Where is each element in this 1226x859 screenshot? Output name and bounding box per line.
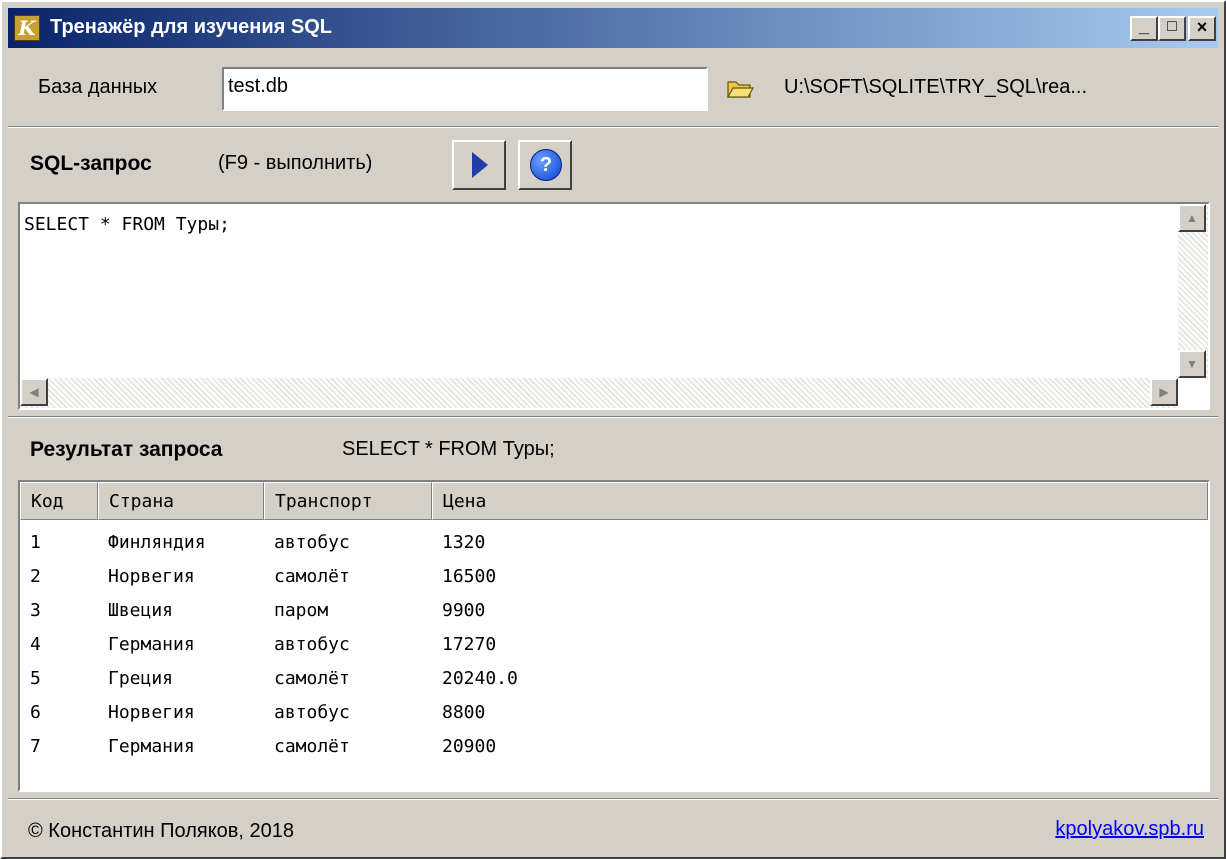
sql-header: SQL-запрос (F9 - выполнить) ? [8,134,1218,194]
sql-title: SQL-запрос [30,152,152,175]
table-row[interactable]: 4 Германия автобус 17270 [20,628,1208,662]
maximize-button[interactable]: □ [1158,16,1186,41]
cell-price: 1320 [442,532,486,553]
app-window: K Тренажёр для изучения SQL _ □ × База д… [0,0,1226,859]
cell-transport: паром [274,600,329,621]
cell-country: Норвегия [108,566,195,587]
help-icon: ? [530,149,562,181]
cell-price: 9900 [442,600,486,621]
title-bar[interactable]: K Тренажёр для изучения SQL _ □ × [8,8,1218,48]
table-row[interactable]: 7 Германия самолёт 20900 [20,730,1208,764]
cell-code: 2 [30,566,41,587]
divider [8,798,1218,800]
sql-hint: (F9 - выполнить) [218,152,373,174]
result-query: SELECT * FROM Туры; [342,438,555,460]
result-grid[interactable]: Код Страна Транспорт Цена 1 Финляндия ав… [18,480,1210,792]
footer: © Константин Поляков, 2018 kpolyakov.spb… [8,802,1218,854]
database-label: База данных [38,76,158,98]
cell-country: Германия [108,736,195,757]
table-row[interactable]: 6 Норвегия автобус 8800 [20,696,1208,730]
cell-transport: самолёт [274,736,350,757]
cell-country: Норвегия [108,702,195,723]
maximize-icon: □ [1167,18,1177,35]
scroll-up-icon[interactable]: ▲ [1178,204,1206,232]
cell-code: 7 [30,736,41,757]
cell-transport: самолёт [274,566,350,587]
cell-transport: автобус [274,702,350,723]
result-header: Результат запроса SELECT * FROM Туры; [8,422,1218,478]
cell-price: 8800 [442,702,486,723]
divider [8,126,1218,128]
horizontal-scrollbar[interactable]: ◀ ▶ [20,378,1178,408]
cell-code: 4 [30,634,41,655]
cell-code: 1 [30,532,41,553]
table-row[interactable]: 2 Норвегия самолёт 16500 [20,560,1208,594]
play-icon [472,152,488,178]
result-title: Результат запроса [30,438,223,461]
scroll-down-icon[interactable]: ▼ [1178,350,1206,378]
cell-price: 20900 [442,736,497,757]
column-header-transport[interactable]: Транспорт [264,482,432,520]
close-icon: × [1196,17,1208,37]
close-button[interactable]: × [1188,16,1216,41]
cell-country: Греция [108,668,174,689]
cell-country: Германия [108,634,195,655]
database-row: База данных test.db U:\SOFT\SQLITE\TRY_S… [8,52,1218,122]
help-button[interactable]: ? [518,140,572,190]
column-header-price[interactable]: Цена [432,482,1208,520]
database-input[interactable]: test.db [222,67,708,111]
cell-country: Финляндия [108,532,206,553]
cell-price: 17270 [442,634,497,655]
scroll-right-icon[interactable]: ▶ [1150,378,1178,406]
cell-transport: самолёт [274,668,350,689]
sql-editor[interactable]: SELECT * FROM Туры; ▲ ▼ ◀ ▶ [18,202,1210,410]
column-header-country[interactable]: Страна [98,482,264,520]
cell-transport: автобус [274,532,350,553]
cell-price: 16500 [442,566,497,587]
column-header-code[interactable]: Код [20,482,98,520]
cell-code: 5 [30,668,41,689]
table-row[interactable]: 1 Финляндия автобус 1320 [20,526,1208,560]
scroll-left-icon[interactable]: ◀ [20,378,48,406]
grid-header: Код Страна Транспорт Цена [20,482,1208,520]
window-title: Тренажёр для изучения SQL [50,16,333,38]
divider [8,416,1218,418]
website-link[interactable]: kpolyakov.spb.ru [1055,818,1204,841]
run-button[interactable] [452,140,506,190]
cell-code: 3 [30,600,41,621]
cell-code: 6 [30,702,41,723]
copyright-text: © Константин Поляков, 2018 [28,820,295,842]
database-path: U:\SOFT\SQLITE\TRY_SQL\rea... [784,76,1088,98]
table-row[interactable]: 5 Греция самолёт 20240.0 [20,662,1208,696]
minimize-icon: _ [1138,16,1149,36]
folder-open-icon[interactable] [726,74,754,102]
cell-transport: автобус [274,634,350,655]
vertical-scrollbar[interactable]: ▲ ▼ [1178,204,1208,378]
table-row[interactable]: 3 Швеция паром 9900 [20,594,1208,628]
app-icon[interactable]: K [14,15,40,41]
cell-country: Швеция [108,600,174,621]
cell-price: 20240.0 [442,668,518,689]
minimize-button[interactable]: _ [1130,16,1158,41]
sql-editor-text[interactable]: SELECT * FROM Туры; [24,214,230,235]
